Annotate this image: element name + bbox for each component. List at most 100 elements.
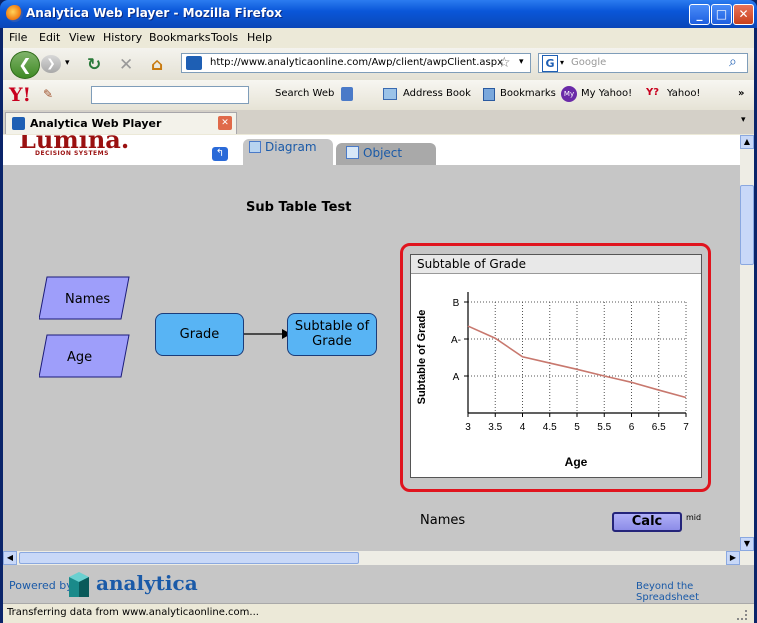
my-yahoo-icon: My [561,86,577,102]
search-engine-dropdown-icon[interactable]: ▾ [560,58,564,67]
powered-by-footer: Powered by analytica Beyond the Spreadsh… [3,565,754,603]
lumina-logo-subtitle: DECISION SYSTEMS [35,150,109,157]
search-icon[interactable]: ⌕ [729,54,737,70]
url-dropdown-icon[interactable]: ▾ [519,57,524,67]
calc-note: mid [686,513,702,522]
chart-x-tick-label: 3 [465,422,471,433]
window-title: Analytica Web Player - Mozilla Firefox [26,6,283,20]
subtable-node-label-line2: Grade [312,334,352,349]
search-placeholder: Google [571,57,607,68]
menu-help[interactable]: Help [247,31,272,44]
browser-chrome: File Edit View History Bookmarks Tools H… [3,28,754,623]
tab-object[interactable]: Object [336,143,436,165]
address-bar[interactable]: http://www.analyticaonline.com/Awp/clien… [181,53,531,73]
bookmarks-button[interactable]: Bookmarks [500,88,556,99]
menu-tools[interactable]: Tools [211,31,238,44]
chart-x-axis-label: Age [565,455,588,469]
firefox-icon [6,5,23,22]
pencil-icon[interactable]: ✎ [43,87,53,101]
browser-tab-label: Analytica Web Player [30,117,162,130]
analytica-cube-icon [69,572,89,597]
scroll-up-icon[interactable]: ▲ [740,135,754,149]
forward-button[interactable]: ❯ [41,55,61,73]
yahoo-search-input[interactable] [91,86,249,104]
chart-title: Subtable of Grade [417,257,527,271]
history-dropdown-icon[interactable]: ▾ [65,58,70,68]
tab-close-icon[interactable]: ✕ [218,116,232,130]
age-node-label: Age [67,350,93,365]
names-node-label: Names [65,292,111,307]
names-output-label: Names [420,513,466,528]
chart-x-tick-label: 7 [683,422,689,433]
search-web-button[interactable]: Search Web [275,88,334,99]
toolbar-overflow-button[interactable]: » [738,88,744,99]
resize-grip-icon[interactable] [737,610,747,620]
chart-x-tick-label: 6 [629,422,635,433]
maximize-button[interactable]: □ [711,4,732,25]
scroll-left-icon[interactable]: ◀ [3,551,17,565]
yahoo-small-icon: Y? [646,87,660,98]
subtable-node[interactable]: Subtable of Grade [287,313,377,356]
shield-icon[interactable] [341,87,353,101]
yahoo-button[interactable]: Yahoo! [667,88,700,99]
search-box[interactable]: G ▾ Google ⌕ [538,53,748,73]
web-player-content: Lumina. DECISION SYSTEMS ↰ Diagram Objec… [3,135,740,551]
grade-node[interactable]: Grade [155,313,244,356]
calc-button[interactable]: Calc [612,512,682,532]
tab-diagram-label: Diagram [265,140,317,154]
title-bar: Analytica Web Player - Mozilla Firefox _… [0,0,757,28]
menu-file[interactable]: File [9,31,27,44]
navigation-toolbar: ❮ ❯ ▾ ↻ ✕ ⌂ http://www.analyticaonline.c… [3,48,754,80]
reload-icon[interactable]: ↻ [87,55,101,75]
chart-x-tick-label: 5 [574,422,580,433]
minimize-button[interactable]: _ [689,4,710,25]
chart-y-tick-label: B [453,298,460,309]
scroll-right-icon[interactable]: ▶ [726,551,740,565]
menu-edit[interactable]: Edit [39,31,60,44]
my-yahoo-button[interactable]: My Yahoo! [581,88,632,99]
chart-x-tick-label: 4.5 [543,422,557,433]
chart-x-tick-label: 4 [520,422,526,433]
search-engine-icon[interactable]: G [542,55,558,72]
stop-icon[interactable]: ✕ [119,55,133,75]
up-level-icon[interactable]: ↰ [212,147,228,161]
menu-bookmarks[interactable]: Bookmarks [149,31,210,44]
line-chart: Subtable of Grade Age 3 3.5 4 4.5 5 5.5 6 6.5 7 A… [416,292,689,469]
scroll-down-icon[interactable]: ▼ [740,537,754,551]
diagram-icon [249,141,261,153]
tab-object-label: Object [363,146,403,160]
url-text: http://www.analyticaonline.com/Awp/clien… [210,57,504,68]
home-icon[interactable]: ⌂ [151,55,163,75]
chart-header: Subtable of Grade [411,255,701,274]
chart-y-axis-label: Subtable of Grade [416,310,428,405]
site-favicon [186,56,202,70]
address-book-icon [383,88,397,100]
yahoo-logo-icon[interactable]: Y! [9,84,31,106]
address-book-button[interactable]: Address Book [403,88,471,99]
vertical-scroll-thumb[interactable] [740,185,754,265]
back-button[interactable]: ❮ [10,51,40,79]
influence-arrow [244,329,291,339]
horizontal-scrollbar[interactable]: ◀ ▶ [3,551,754,565]
horizontal-scroll-thumb[interactable] [19,552,359,564]
vertical-scrollbar[interactable]: ▲ ▼ [740,135,754,551]
bookmarks-icon [483,88,495,101]
browser-tab-active[interactable]: Analytica Web Player ✕ [5,112,237,134]
tab-strip: Analytica Web Player ✕ ▾ [3,110,754,134]
chart-window: Subtable of Grade Subtable of Grade Age … [410,254,702,478]
menu-view[interactable]: View [69,31,95,44]
tab-list-dropdown-icon[interactable]: ▾ [741,115,746,125]
analytica-brand[interactable]: analytica [96,571,198,595]
tab-diagram[interactable]: Diagram [243,139,333,165]
app-header: Lumina. DECISION SYSTEMS ↰ Diagram Objec… [3,135,740,165]
chart-x-tick-label: 3.5 [488,422,502,433]
chart-highlight-frame: Subtable of Grade Subtable of Grade Age … [400,243,711,492]
bookmark-star-icon[interactable]: ☆ [498,55,511,71]
status-bar: Transferring data from www.analyticaonli… [3,603,754,623]
tab-favicon [12,117,25,130]
close-button[interactable]: ✕ [733,4,754,25]
subtable-node-label-line1: Subtable of [294,319,370,334]
menu-history[interactable]: History [103,31,142,44]
yahoo-toolbar: Y! ✎ Search Web Address Book Bookmarks M… [3,80,754,110]
menu-bar: File Edit View History Bookmarks Tools H… [3,28,754,48]
